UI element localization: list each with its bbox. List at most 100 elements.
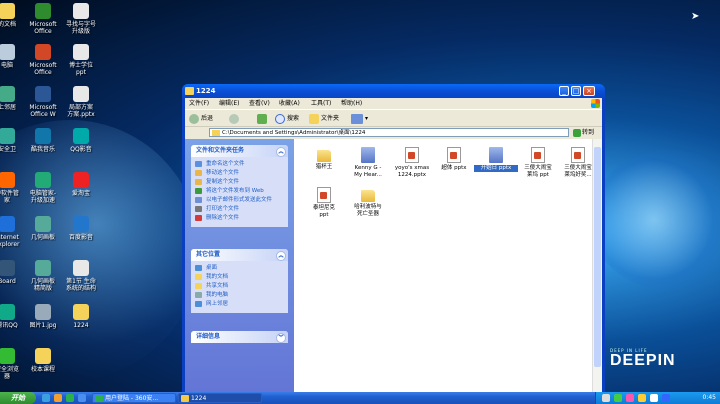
- up-button[interactable]: [257, 113, 269, 124]
- file-name: Kenny G - My Hear...: [354, 165, 382, 178]
- folder-icon: [185, 87, 194, 95]
- desktop-icon[interactable]: Microsoft Office W: [22, 86, 64, 118]
- task-link[interactable]: 重命名这个文件: [191, 160, 288, 169]
- tray-icon[interactable]: [662, 394, 670, 402]
- folder-icon: [181, 395, 189, 402]
- file-item[interactable]: 猎杯王: [302, 147, 346, 171]
- place-link-icon: [195, 292, 202, 298]
- go-button[interactable]: 转到: [573, 128, 594, 138]
- taskbar-item-1224[interactable]: 1224: [178, 393, 262, 403]
- back-button[interactable]: 后退: [189, 113, 213, 124]
- desktop-icon[interactable]: 寻找与字号 升级版: [60, 3, 102, 35]
- task-link[interactable]: 删除这个文件: [191, 214, 288, 223]
- desktop-icon-graphic: [73, 44, 89, 60]
- collapse-chevron-icon[interactable]: ︽: [276, 147, 286, 157]
- tray-icon[interactable]: [638, 394, 646, 402]
- collapse-chevron-icon[interactable]: ︽: [276, 251, 286, 261]
- start-button[interactable]: 开始: [0, 392, 36, 404]
- quicklaunch-desktop-icon[interactable]: [54, 394, 62, 402]
- place-link-label: 共享文档: [206, 283, 229, 289]
- desktop-icon-graphic: [0, 348, 15, 364]
- desktop-icon[interactable]: 第1节 生命 系统的结构: [60, 260, 102, 292]
- task-link[interactable]: 打印这个文件: [191, 205, 288, 214]
- place-link[interactable]: 桌面: [191, 264, 288, 273]
- file-item[interactable]: 泰坦尼克 ppt: [302, 187, 346, 218]
- menu-edit[interactable]: 编辑(E): [219, 98, 239, 109]
- place-link[interactable]: 网上邻居: [191, 300, 288, 309]
- desktop-icon[interactable]: 电脑管家- 升级加速: [22, 172, 64, 204]
- quicklaunch-qq-icon[interactable]: [78, 394, 86, 402]
- address-input[interactable]: C:\Documents and Settings\Administrator\…: [209, 128, 569, 137]
- desktop-icon-label: 酷我音乐: [30, 146, 55, 153]
- menu-favorites[interactable]: 收藏(A): [279, 98, 300, 109]
- desktop-icon[interactable]: 酷我音乐: [22, 128, 64, 153]
- desktop-icon[interactable]: 1224: [60, 304, 102, 329]
- minimize-button[interactable]: _: [559, 86, 569, 96]
- desktop-icon[interactable]: Microsoft Office: [22, 44, 64, 76]
- task-link-icon: [195, 206, 202, 212]
- file-item[interactable]: Kenny G - My Hear...: [346, 147, 390, 178]
- file-tasks-header[interactable]: 文件和文件夹任务 ︽: [191, 145, 288, 157]
- close-button[interactable]: ×: [583, 86, 595, 96]
- taskbar-item-label: 1224: [191, 395, 207, 402]
- file-item[interactable]: yoyo's xmas 1224.pptx: [390, 147, 434, 178]
- search-button[interactable]: 搜索: [275, 113, 299, 124]
- file-item[interactable]: 三傻大闹宝 莱坞 ppt: [516, 147, 560, 178]
- file-item[interactable]: 超体 pptx: [432, 147, 476, 172]
- desktop-icon[interactable]: 百度影音: [60, 216, 102, 241]
- quicklaunch-ie-icon[interactable]: [42, 394, 50, 402]
- place-link[interactable]: 我的文档: [191, 273, 288, 282]
- folders-button[interactable]: 文件夹: [309, 113, 339, 124]
- desktop-icon[interactable]: 几何画板 精简版: [22, 260, 64, 292]
- details-header[interactable]: 详细信息 ︾: [191, 331, 288, 343]
- task-link-icon: [195, 215, 202, 221]
- other-places-panel: 其它位置 ︽ 桌面 我的文档 共享文档我的电脑 网上邻居: [191, 249, 288, 313]
- powerpoint-file-icon: [405, 147, 419, 163]
- file-item[interactable]: 哈利波特与 死亡圣器: [346, 187, 390, 217]
- tray-icon[interactable]: [602, 394, 610, 402]
- tray-icon[interactable]: [650, 394, 658, 402]
- desktop-icon-graphic: [73, 3, 89, 19]
- desktop-icon[interactable]: 局部方案 方案.pptx: [60, 86, 102, 118]
- taskbar: 开始 用户登陆 - 360安... 1224 0:45: [0, 392, 720, 404]
- desktop-icon[interactable]: 几何画板: [22, 216, 64, 241]
- desktop-icon[interactable]: 博士学位 ppt: [60, 44, 102, 76]
- tray-icon[interactable]: [626, 394, 634, 402]
- desktop-icon-graphic: [0, 128, 15, 144]
- maximize-button[interactable]: □: [571, 86, 581, 96]
- other-places-header[interactable]: 其它位置 ︽: [191, 249, 288, 261]
- desktop-icon[interactable]: QQ影音: [60, 128, 102, 153]
- menu-tools[interactable]: 工具(T): [311, 98, 331, 109]
- task-link[interactable]: 将这个文件发布到 Web: [191, 187, 288, 196]
- desktop-icon[interactable]: 图片1.jpg: [22, 304, 64, 329]
- task-link[interactable]: 复制这个文件: [191, 178, 288, 187]
- desktop-icon[interactable]: 校本课程: [22, 348, 64, 373]
- menu-help[interactable]: 帮助(H): [341, 98, 362, 109]
- file-item[interactable]: 开始日 pptx: [474, 147, 518, 172]
- desktop-icon-label: 几何画板 精简版: [30, 278, 55, 292]
- desktop-icon-label: 第1节 生命 系统的结构: [65, 278, 96, 292]
- place-link[interactable]: 我的电脑: [191, 291, 288, 300]
- file-name: 哈利波特与 死亡圣器: [354, 204, 382, 217]
- task-link[interactable]: 以电子邮件形式发送此文件: [191, 196, 288, 205]
- task-link[interactable]: 移动这个文件: [191, 169, 288, 178]
- media-file-icon: [489, 147, 503, 163]
- place-link[interactable]: 共享文档: [191, 282, 288, 291]
- vertical-scrollbar[interactable]: [592, 139, 602, 392]
- desktop-icon[interactable]: 爱淘宝: [60, 172, 102, 197]
- task-link-label: 移动这个文件: [206, 170, 240, 176]
- desktop-icon[interactable]: Microsoft Office: [22, 3, 64, 35]
- tray-icon[interactable]: [614, 394, 622, 402]
- window-titlebar[interactable]: 1224 _ □ ×: [182, 84, 605, 98]
- desktop: 的文档 Microsoft Office 寻找与字号 升级版 电脑 Microsoft …: [0, 0, 720, 392]
- expand-chevron-icon[interactable]: ︾: [276, 333, 286, 343]
- menu-view[interactable]: 查看(V): [249, 98, 270, 109]
- quicklaunch-360-icon[interactable]: [66, 394, 74, 402]
- forward-button[interactable]: [229, 113, 241, 124]
- views-button[interactable]: ▾: [351, 113, 368, 124]
- other-places-title: 其它位置: [196, 251, 221, 258]
- taskbar-item-browser[interactable]: 用户登陆 - 360安...: [92, 393, 176, 403]
- menu-file[interactable]: 文件(F): [189, 98, 209, 109]
- scrollbar-thumb[interactable]: [594, 147, 601, 367]
- wallpaper-orb: [590, 150, 720, 290]
